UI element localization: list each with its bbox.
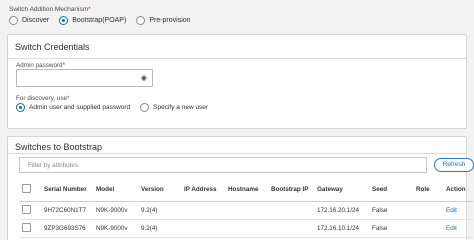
radio-discover-control[interactable] — [9, 16, 18, 25]
ip-cell — [181, 219, 225, 238]
action-cell: Edit — [443, 201, 473, 220]
model-cell: N9K-9000v — [93, 219, 138, 238]
ip-cell — [181, 201, 225, 220]
divider — [8, 153, 466, 154]
serial-cell: 9H72C60N1T7 — [41, 201, 93, 220]
admin-password-input[interactable]: ◉ — [16, 69, 153, 87]
edit-link[interactable]: Edit — [446, 207, 457, 214]
column-header[interactable]: Model — [93, 179, 138, 202]
column-header[interactable]: Version — [138, 179, 181, 202]
bootstrap-ip-cell — [268, 201, 314, 220]
radio-admin-user-control[interactable] — [16, 103, 25, 112]
model-cell: N9K-9000v — [93, 201, 138, 220]
column-header[interactable]: Gateway — [314, 179, 369, 202]
column-header[interactable]: Seed — [369, 179, 413, 202]
select-all-checkbox[interactable] — [22, 184, 31, 194]
select-all-header — [19, 179, 41, 202]
action-cell: Edit — [443, 219, 473, 238]
eye-icon[interactable]: ◉ — [141, 75, 147, 82]
column-header[interactable]: IP Address — [181, 179, 225, 202]
radio-bootstrap-control[interactable] — [59, 16, 69, 25]
bootstrap-title: Switches to Bootstrap — [15, 142, 103, 152]
table-row[interactable]: 9ZP3G693S76 N9K-9000v 9.2(4) 172.16.10.1… — [19, 219, 473, 238]
switch-addition-mechanism: Switch Addition Mechanism* Discover Boot… — [9, 6, 201, 25]
column-header[interactable]: Serial Number — [41, 179, 93, 202]
gateway-cell: 172.16.10.1/24 — [314, 219, 369, 238]
radio-new-user-control[interactable] — [140, 103, 150, 112]
radio-pre-provision-control[interactable] — [136, 16, 146, 25]
role-cell — [413, 219, 443, 238]
divider — [8, 58, 466, 59]
edit-link[interactable]: Edit — [446, 225, 457, 232]
version-cell: 9.2(4) — [138, 201, 181, 220]
filter-input[interactable]: Filter by attributes — [19, 157, 427, 173]
hostname-cell — [225, 219, 268, 238]
admin-password-label: Admin password* — [16, 62, 66, 69]
radio-discover[interactable]: Discover — [9, 16, 49, 25]
column-header[interactable]: Role — [413, 179, 443, 202]
seed-cell: False — [369, 201, 413, 220]
refresh-button[interactable]: Refresh — [434, 158, 474, 172]
seed-cell: False — [369, 219, 413, 238]
switches-table: Serial Number Model Version IP Address H… — [19, 179, 473, 238]
row-checkbox[interactable] — [22, 222, 31, 232]
gateway-cell: 172.16.20.1/24 — [314, 201, 369, 220]
row-checkbox[interactable] — [22, 204, 31, 214]
switches-to-bootstrap-card: Switches to Bootstrap Filter by attribut… — [7, 136, 474, 240]
radio-new-user[interactable]: Specify a new user — [140, 103, 208, 112]
row-select — [19, 219, 41, 238]
row-select — [19, 201, 41, 220]
table-row[interactable]: 9H72C60N1T7 N9K-9000v 9.2(4) 172.16.20.1… — [19, 201, 473, 220]
column-header[interactable]: Hostname — [225, 179, 268, 202]
mechanism-label: Switch Addition Mechanism* — [9, 6, 91, 13]
hostname-cell — [225, 201, 268, 220]
radio-bootstrap-poap[interactable]: Bootstrap(POAP) — [59, 16, 126, 25]
column-header[interactable]: Bootstrap IP — [268, 179, 314, 202]
role-cell — [413, 201, 443, 220]
column-header: Action — [443, 179, 473, 202]
table-header-row: Serial Number Model Version IP Address H… — [19, 179, 473, 202]
radio-admin-user[interactable]: Admin user and supplied password — [16, 103, 130, 112]
serial-cell: 9ZP3G693S76 — [41, 219, 93, 238]
credentials-title: Switch Credentials — [15, 42, 90, 52]
radio-pre-provision[interactable]: Pre-provision — [136, 16, 191, 25]
bootstrap-ip-cell — [268, 219, 314, 238]
switch-credentials-card: Switch Credentials Admin password* ◉ For… — [7, 34, 467, 129]
discovery-label: For discovery, use* — [16, 95, 70, 102]
version-cell: 9.2(4) — [138, 219, 181, 238]
